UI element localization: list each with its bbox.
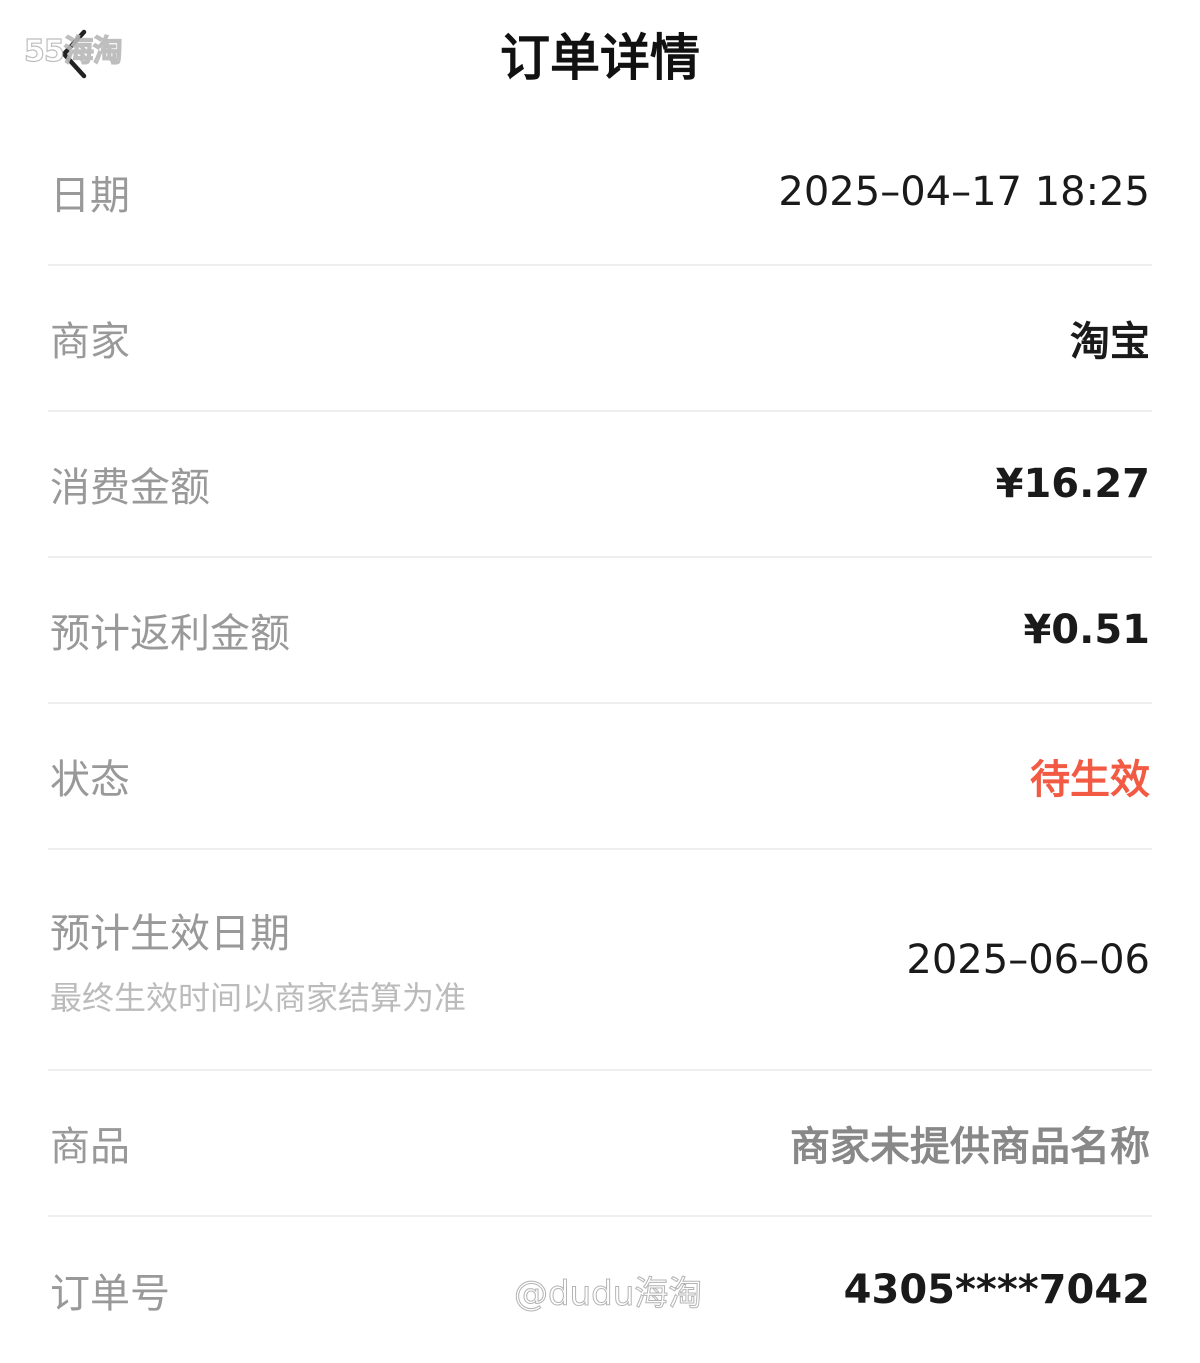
effective-date-label: 预计生效日期	[50, 910, 290, 957]
merchant-label: 商家	[50, 319, 130, 365]
amount-value: ¥16.27	[995, 461, 1150, 507]
nav-header: 55海淘 订单详情	[0, 0, 1200, 110]
watermark-text: @dudu海淘	[513, 1274, 703, 1315]
row-amount: 消费金额 ¥16.27	[48, 412, 1152, 558]
row-rebate: 预计返利金额 ¥0.51	[48, 558, 1152, 704]
row-date: 日期 2025–04–17 18:25	[48, 120, 1152, 266]
effective-date-note: 最终生效时间以商家结算为准	[50, 978, 467, 1017]
effective-date-label-block: 预计生效日期 最终生效时间以商家结算为准	[50, 901, 466, 1019]
merchant-value: 淘宝	[1070, 319, 1150, 365]
row-status: 状态 待生效	[48, 704, 1152, 850]
row-merchant: 商家 淘宝	[48, 266, 1152, 412]
date-value: 2025–04–17 18:25	[778, 169, 1150, 215]
product-value: 商家未提供商品名称	[790, 1124, 1150, 1170]
rebate-value: ¥0.51	[1023, 607, 1150, 653]
rebate-label: 预计返利金额	[50, 611, 290, 657]
order-no-value[interactable]: 4305****7042	[844, 1267, 1150, 1313]
status-badge: 待生效	[1030, 757, 1150, 803]
amount-label: 消费金额	[50, 465, 210, 511]
order-detail-list: 日期 2025–04–17 18:25 商家 淘宝 消费金额 ¥16.27 预计…	[48, 120, 1152, 1363]
row-product: 商品 商家未提供商品名称	[48, 1071, 1152, 1217]
effective-date-value: 2025–06–06	[906, 936, 1150, 983]
date-label: 日期	[50, 173, 130, 219]
product-label: 商品	[50, 1124, 130, 1170]
page-title: 订单详情	[500, 29, 700, 87]
status-label: 状态	[50, 757, 130, 803]
order-no-label: 订单号	[50, 1271, 170, 1317]
row-effective-date: 预计生效日期 最终生效时间以商家结算为准 2025–06–06	[48, 850, 1152, 1071]
